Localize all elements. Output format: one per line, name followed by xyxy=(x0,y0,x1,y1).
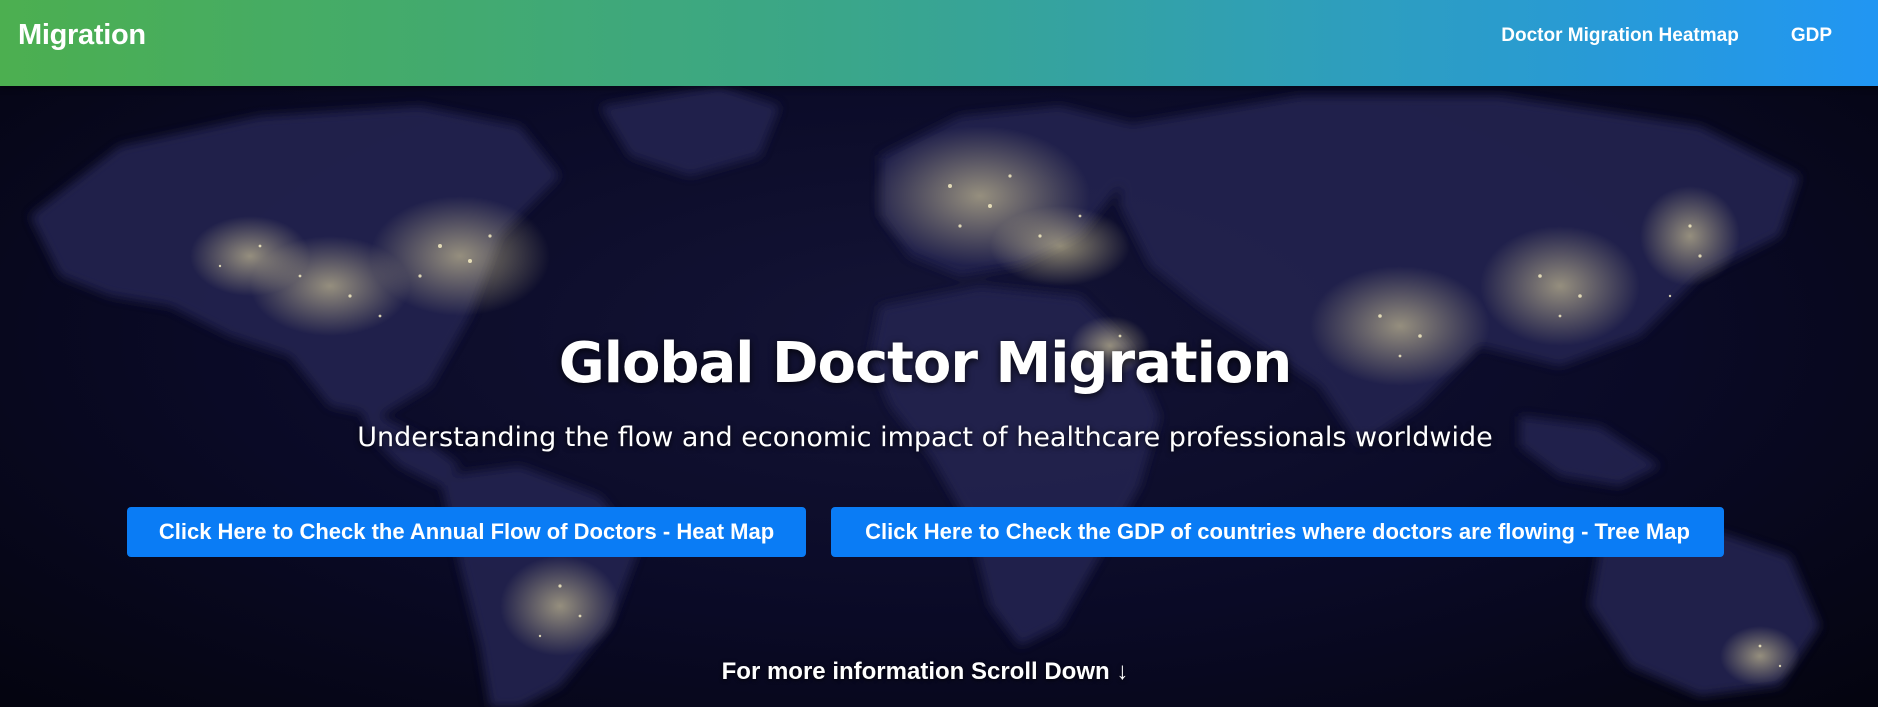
treemap-button[interactable]: Click Here to Check the GDP of countries… xyxy=(831,507,1724,557)
nav-link-gdp[interactable]: GDP xyxy=(1791,25,1832,47)
top-navbar: Migration Doctor Migration Heatmap GDP xyxy=(0,0,1878,86)
brand-logo-link[interactable]: Migration xyxy=(18,19,146,52)
scroll-hint: For more information Scroll Down ↓ xyxy=(0,658,1850,686)
hero-section: Global Doctor Migration Understanding th… xyxy=(0,86,1878,707)
arrow-down-icon: ↓ xyxy=(1116,658,1129,685)
heatmap-button[interactable]: Click Here to Check the Annual Flow of D… xyxy=(127,507,806,557)
world-night-map-image xyxy=(30,86,1820,707)
hero-subtitle: Understanding the flow and economic impa… xyxy=(357,422,1493,453)
nav-links: Doctor Migration Heatmap GDP xyxy=(1501,25,1832,47)
hero-title: Global Doctor Migration xyxy=(558,331,1292,396)
scroll-hint-text: For more information Scroll Down xyxy=(721,658,1110,685)
nav-link-heatmap[interactable]: Doctor Migration Heatmap xyxy=(1501,25,1739,47)
